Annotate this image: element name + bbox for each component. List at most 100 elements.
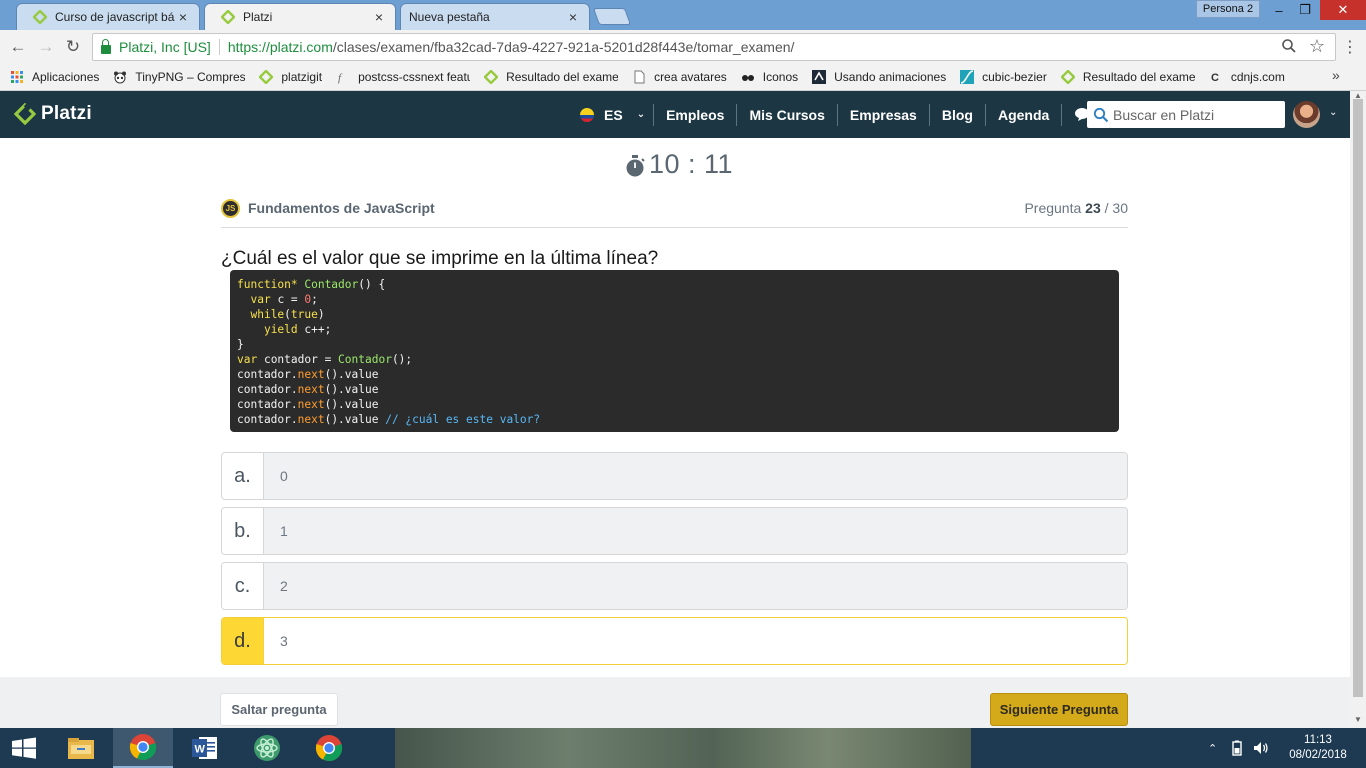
zoom-icon[interactable] xyxy=(1281,38,1297,54)
bookmark-resultado-1[interactable]: Resultado del exame xyxy=(484,70,618,84)
search-input[interactable] xyxy=(1113,106,1281,123)
code-token: c++; xyxy=(297,323,332,336)
bookmark-label: Resultado del exame xyxy=(1082,70,1195,84)
taskbar-word[interactable]: W xyxy=(175,728,235,768)
code-token: () { xyxy=(358,278,386,291)
system-clock[interactable]: 11:13 08/02/2018 xyxy=(1286,733,1350,763)
code-line: var contador = Contador(); xyxy=(237,352,1112,367)
forward-arrow-icon[interactable]: → xyxy=(36,37,56,57)
code-token: ().value xyxy=(324,368,379,381)
browser-menu-icon[interactable]: ⋮ xyxy=(1340,37,1360,57)
scrollbar-thumb[interactable] xyxy=(1353,99,1363,697)
chevron-down-icon[interactable]: ⌄ xyxy=(637,109,645,120)
bookmark-usando-animaciones[interactable]: Usando animaciones xyxy=(812,70,946,84)
code-token: var xyxy=(250,293,271,306)
course-title: Fundamentos de JavaScript xyxy=(248,200,435,216)
volume-icon[interactable] xyxy=(1253,740,1269,756)
address-bar[interactable]: Platzi, Inc [US] https://platzi.com /cla… xyxy=(92,33,1336,61)
bookmark-aplicaciones[interactable]: Aplicaciones xyxy=(10,70,99,84)
avatar[interactable] xyxy=(1293,101,1320,128)
code-token: next xyxy=(297,398,325,411)
taskbar-file-explorer[interactable] xyxy=(51,728,111,768)
option-text: 2 xyxy=(264,563,1127,609)
curve-icon xyxy=(960,70,975,84)
code-token: ().value xyxy=(324,413,386,426)
code-token: ( xyxy=(284,308,291,321)
taskbar-atom[interactable] xyxy=(237,728,297,768)
question-current: 23 xyxy=(1085,200,1101,216)
code-token: ) xyxy=(317,308,325,321)
bookmarks-overflow-icon[interactable]: » xyxy=(1332,67,1340,83)
maximize-icon[interactable]: ❐ xyxy=(1290,0,1320,20)
browser-tab-strip: Curso de javascript básic × Platzi × Nue… xyxy=(0,0,1366,30)
bookmark-label: Usando animaciones xyxy=(834,70,947,84)
apps-grid-icon xyxy=(11,71,23,83)
url-path[interactable]: /clases/examen/fba32cad-7da9-4227-921a-5… xyxy=(333,39,795,55)
bookmark-postcss[interactable]: f postcss-cssnext featu xyxy=(336,70,470,84)
next-question-button[interactable]: Siguiente Pregunta xyxy=(990,693,1128,726)
bookmark-tinypng[interactable]: TinyPNG – Compress xyxy=(113,70,245,84)
platzi-favicon-icon xyxy=(33,10,47,24)
new-tab-button[interactable] xyxy=(592,8,632,25)
nav-empresas[interactable]: Empresas xyxy=(850,107,917,123)
taskbar-chrome[interactable] xyxy=(299,728,359,768)
language-selector[interactable]: ES xyxy=(604,107,623,123)
scroll-down-icon[interactable]: ▼ xyxy=(1354,715,1362,724)
skip-question-button[interactable]: Saltar pregunta xyxy=(220,693,338,726)
url-host[interactable]: https://platzi.com xyxy=(228,39,333,55)
bookmark-platzigit[interactable]: platzigit xyxy=(259,70,322,84)
cdnjs-icon: C xyxy=(1211,72,1219,84)
code-token: true xyxy=(290,308,318,321)
tab-close-icon[interactable]: × xyxy=(175,9,191,25)
tab-close-icon[interactable]: × xyxy=(565,9,581,25)
nav-blog[interactable]: Blog xyxy=(942,107,973,123)
bookmark-cdnjs[interactable]: C cdnjs.com xyxy=(1209,70,1285,84)
profile-badge[interactable]: Persona 2 xyxy=(1196,0,1260,18)
answer-option-d[interactable]: d. 3 xyxy=(221,617,1128,665)
tab-platzi[interactable]: Platzi × xyxy=(204,3,396,30)
answer-option-a[interactable]: a. 0 xyxy=(221,452,1128,500)
timer-value: 10 : 11 xyxy=(649,149,734,179)
code-token: yield xyxy=(263,323,298,336)
chevron-down-icon[interactable]: ⌄ xyxy=(1329,107,1337,118)
exam-timer: 10 : 11 xyxy=(624,149,733,180)
code-token: c = xyxy=(270,293,305,306)
code-line: function* Contador() { xyxy=(237,277,1112,292)
code-token: } xyxy=(237,338,244,351)
tab-curso-javascript[interactable]: Curso de javascript básic × xyxy=(16,3,200,30)
nav-empleos[interactable]: Empleos xyxy=(666,107,724,123)
search-icon xyxy=(1093,107,1109,122)
answer-option-b[interactable]: b. 1 xyxy=(221,507,1128,555)
taskbar-chrome-active[interactable] xyxy=(113,728,173,768)
bookmark-star-icon[interactable]: ☆ xyxy=(1309,36,1325,57)
option-text: 1 xyxy=(264,508,1127,554)
battery-icon[interactable] xyxy=(1229,740,1245,756)
answer-option-c[interactable]: c. 2 xyxy=(221,562,1128,610)
reload-icon[interactable]: ↻ xyxy=(63,37,83,57)
tab-nueva-pestana[interactable]: Nueva pestaña × xyxy=(400,3,590,30)
colombia-flag-icon xyxy=(580,107,594,122)
bookmark-cubic-bezier[interactable]: cubic-bezier xyxy=(960,70,1047,84)
nav-mis-cursos[interactable]: Mis Cursos xyxy=(749,107,824,123)
bookmark-resultado-2[interactable]: Resultado del exame xyxy=(1060,70,1195,84)
bookmark-iconos[interactable]: Iconos xyxy=(741,70,798,84)
vertical-scrollbar[interactable]: ▲ ▼ xyxy=(1350,91,1366,728)
clock-time: 11:13 xyxy=(1304,734,1332,746)
javascript-course-icon: JS xyxy=(221,199,240,218)
bookmark-crea-avatares[interactable]: crea avatares xyxy=(632,70,727,84)
nav-agenda[interactable]: Agenda xyxy=(998,107,1049,123)
back-arrow-icon[interactable]: ← xyxy=(8,37,28,57)
platzi-logo[interactable]: Platzi xyxy=(14,103,92,125)
platzi-icon xyxy=(259,70,274,84)
option-text: 0 xyxy=(264,453,1127,499)
search-box[interactable] xyxy=(1087,101,1285,128)
windows-start-icon[interactable] xyxy=(10,737,38,759)
window-close-icon[interactable]: ✕ xyxy=(1320,0,1366,20)
site-identity[interactable]: Platzi, Inc [US] xyxy=(119,39,211,55)
tray-expand-icon[interactable]: ⌃ xyxy=(1208,742,1217,755)
tab-close-icon[interactable]: × xyxy=(371,9,387,25)
question-text: ¿Cuál es el valor que se imprime en la ú… xyxy=(221,248,659,269)
desktop-wallpaper-strip xyxy=(395,728,971,768)
